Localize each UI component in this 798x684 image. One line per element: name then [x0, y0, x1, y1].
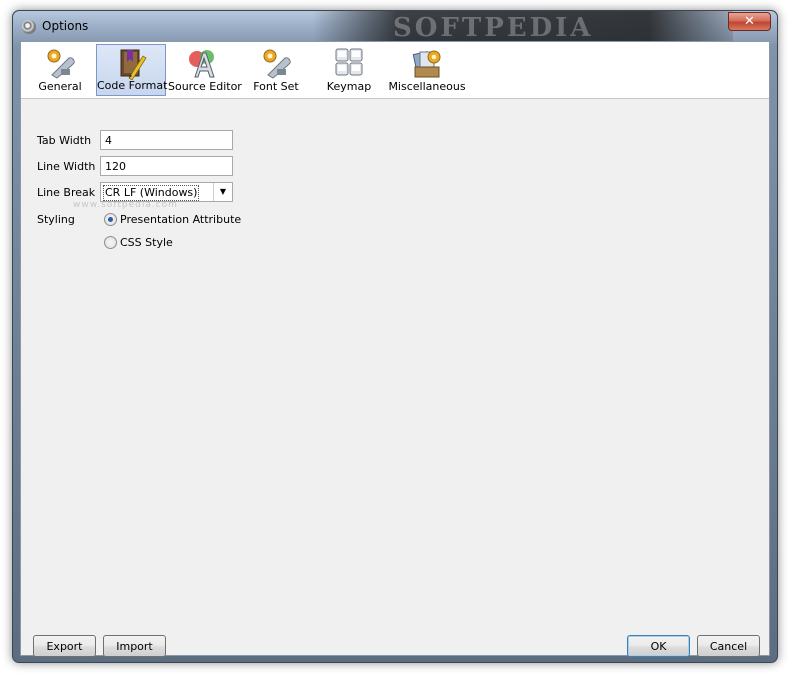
- close-icon: ✕: [744, 14, 755, 29]
- line-width-label: Line Width: [37, 160, 96, 173]
- tab-miscellaneous-label: Miscellaneous: [388, 80, 466, 93]
- tab-source-editor-label: Source Editor: [168, 80, 242, 93]
- chevron-down-icon[interactable]: ▼: [213, 183, 232, 201]
- radio-css-style-label[interactable]: CSS Style: [120, 236, 173, 249]
- styling-label: Styling: [37, 213, 75, 226]
- options-client-area: General Code Format Source Editor Font S…: [20, 41, 770, 657]
- window-title: Options: [42, 19, 89, 33]
- tab-source-editor[interactable]: Source Editor: [168, 44, 242, 96]
- softpedia-watermark: www.softpedia.com: [73, 200, 178, 210]
- wrench-gear-icon: [263, 49, 291, 79]
- font-a-icon: [189, 50, 215, 78]
- line-break-label: Line Break: [37, 186, 96, 199]
- keyboard-keys-icon: [335, 48, 363, 76]
- tab-font-set-label: Font Set: [253, 80, 299, 93]
- radio-presentation-attribute-label[interactable]: Presentation Attribute: [120, 213, 241, 226]
- tab-general-label: General: [38, 80, 82, 93]
- title-bar[interactable]: SOFTPEDIA Options ✕: [13, 11, 777, 43]
- wrench-gear-icon: [47, 49, 75, 79]
- tab-miscellaneous[interactable]: Miscellaneous: [387, 44, 467, 96]
- export-button[interactable]: Export: [33, 635, 96, 657]
- close-button[interactable]: ✕: [728, 12, 771, 31]
- line-break-select[interactable]: CR LF (Windows) ▼: [100, 182, 233, 202]
- tab-general[interactable]: General: [25, 44, 95, 96]
- app-icon: [22, 20, 36, 34]
- tab-width-label: Tab Width: [37, 134, 92, 147]
- radio-presentation-attribute[interactable]: [104, 213, 117, 226]
- pencil-book-icon: [120, 49, 147, 80]
- radio-css-style[interactable]: [104, 236, 117, 249]
- cards-gear-icon: [412, 50, 441, 78]
- tab-width-input[interactable]: [100, 130, 233, 150]
- category-toolbar: General Code Format Source Editor Font S…: [21, 42, 769, 99]
- cancel-button[interactable]: Cancel: [697, 635, 760, 657]
- tab-keymap-label: Keymap: [326, 80, 372, 93]
- ok-button[interactable]: OK: [627, 635, 690, 657]
- softpedia-watermark: SOFTPEDIA: [393, 13, 594, 43]
- tab-code-format-label: Code Format: [97, 79, 168, 92]
- tab-keymap[interactable]: Keymap: [314, 44, 384, 96]
- options-window: SOFTPEDIA Options ✕ General Code Format …: [12, 10, 778, 663]
- tab-font-set[interactable]: Font Set: [241, 44, 311, 96]
- import-button[interactable]: Import: [103, 635, 166, 657]
- line-break-selected-value: CR LF (Windows): [103, 185, 200, 201]
- tab-code-format[interactable]: Code Format: [96, 44, 168, 96]
- line-width-input[interactable]: [100, 156, 233, 176]
